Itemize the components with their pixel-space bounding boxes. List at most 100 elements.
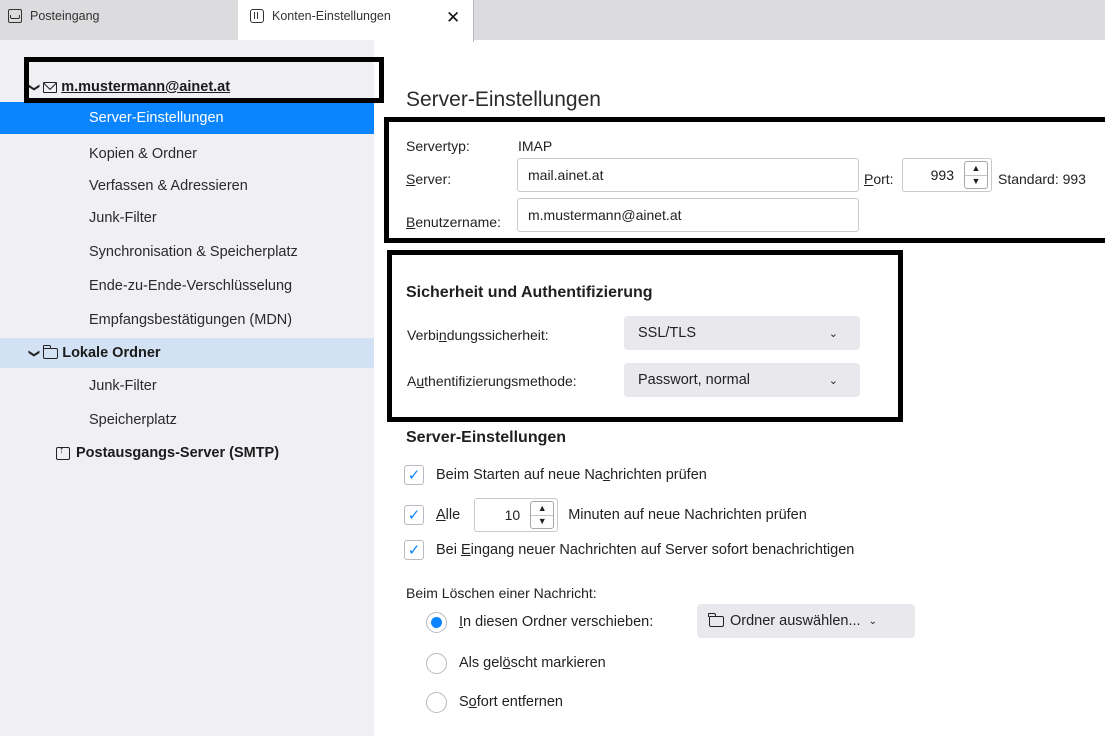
outbox-icon: [56, 445, 70, 460]
select-value: SSL/TLS: [638, 325, 697, 341]
radio-label: Sofort entfernen: [459, 694, 563, 710]
checkbox-checked[interactable]: ✓: [404, 540, 424, 560]
label-part: fort entfernen: [476, 694, 563, 710]
port-standard-text: Standard: 993: [998, 171, 1086, 187]
radio-label: In diesen Ordner verschieben:: [459, 614, 653, 630]
port-value: 993: [930, 167, 954, 183]
minutes-value: 10: [504, 507, 521, 523]
checkbox-label: Alle: [436, 507, 460, 523]
label-rest: enutzername:: [415, 214, 501, 230]
mnemonic: B: [406, 214, 416, 230]
sidebar-item-compose-addressing[interactable]: Verfassen & Adressieren: [0, 170, 374, 202]
tab-account-settings[interactable]: Konten-Einstellungen ✕: [238, 0, 474, 42]
envelope-icon: [43, 81, 58, 93]
mnemonic: o: [468, 694, 477, 710]
spin-down-icon[interactable]: ▼: [965, 176, 987, 189]
minutes-spin-buttons[interactable]: ▲ ▼: [530, 501, 555, 529]
checkbox-checked[interactable]: ✓: [404, 465, 424, 485]
chevron-down-icon: ⌄: [828, 374, 838, 387]
checkbox-label: Bei Eingang neuer Nachrichten auf Server…: [436, 542, 854, 558]
radio-mark-deleted[interactable]: Als gelöscht markieren: [426, 650, 606, 676]
inbox-icon: [8, 9, 22, 23]
check-every-minutes[interactable]: ✓ Alle 10 ▲ ▼ Minuten auf neue Nachricht…: [404, 498, 807, 532]
spin-up-icon[interactable]: ▲: [531, 502, 554, 516]
tab-bar: Posteingang Konten-Einstellungen ✕: [0, 0, 1105, 42]
folder-icon: [708, 612, 724, 627]
delete-behavior-label: Beim Löschen einer Nachricht:: [406, 585, 597, 601]
label-part: Bei: [436, 542, 461, 558]
account-label: Postausgangs-Server (SMTP): [76, 445, 280, 461]
tab-label: Posteingang: [30, 9, 100, 23]
account-label: Lokale Ordner: [62, 345, 161, 361]
checkbox-checked[interactable]: ✓: [404, 505, 424, 525]
tab-inbox[interactable]: Posteingang: [8, 0, 100, 40]
tab-label: Konten-Einstellungen: [272, 9, 391, 23]
check-new-on-startup[interactable]: ✓ Beim Starten auf neue Nachrichten prüf…: [404, 462, 707, 488]
connection-security-select[interactable]: SSL/TLS ⌄: [624, 316, 860, 350]
label-part: Als gel: [459, 655, 503, 671]
mnemonic: u: [416, 373, 425, 389]
radio-remove-immediately[interactable]: Sofort entfernen: [426, 689, 563, 715]
account-tree-sidebar: ❯ m.mustermann@ainet.at Server-Einstellu…: [0, 40, 374, 736]
port-label: Port:: [864, 171, 894, 187]
servertype-value: IMAP: [518, 138, 553, 154]
username-input[interactable]: m.mustermann@ainet.at: [517, 198, 859, 232]
radio-unselected[interactable]: [426, 691, 447, 713]
account-label: m.mustermann@ainet.at: [61, 79, 231, 95]
mnemonic: n: [438, 327, 447, 343]
sidebar-item-sync-storage[interactable]: Synchronisation & Speicherplatz: [0, 236, 374, 268]
label-part: Beim Starten auf neue Na: [436, 467, 603, 483]
choose-folder-button[interactable]: Ordner auswählen... ⌄: [697, 604, 915, 638]
chevron-down-icon[interactable]: ❯: [28, 348, 41, 357]
auth-method-label: Authentifizierungsmethode:: [407, 373, 577, 389]
radio-move-to-folder[interactable]: In diesen Ordner verschieben:: [426, 609, 653, 635]
settings-page-icon: [250, 9, 264, 23]
select-value: Passwort, normal: [638, 372, 751, 388]
radio-label: Als gelöscht markieren: [459, 655, 606, 671]
spin-up-icon[interactable]: ▲: [965, 162, 987, 176]
sidebar-item-copies-folders[interactable]: Kopien & Ordner: [0, 138, 374, 170]
label-part: dungssicherheit:: [446, 327, 549, 343]
close-tab-icon[interactable]: ✕: [446, 8, 460, 28]
chevron-down-icon[interactable]: ❯: [28, 82, 41, 91]
sidebar-item-return-receipts[interactable]: Empfangsbestätigungen (MDN): [0, 304, 374, 336]
sidebar-item-e2e-encryption[interactable]: Ende-zu-Ende-Verschlüsselung: [0, 270, 374, 302]
label-part: thentifizierungsmethode:: [424, 373, 577, 389]
check-notify-on-arrival[interactable]: ✓ Bei Eingang neuer Nachrichten auf Serv…: [404, 537, 854, 563]
label-rest: n diesen Ordner verschieben:: [463, 614, 654, 630]
label-part: scht markieren: [510, 655, 606, 671]
label-rest: ort:: [873, 171, 894, 187]
button-label: Ordner auswählen...: [730, 613, 861, 629]
security-section-title: Sicherheit und Authentifizierung: [406, 284, 653, 301]
chevron-down-icon: ⌄: [828, 327, 838, 340]
mnemonic: A: [436, 507, 446, 523]
checkbox-label-suffix: Minuten auf neue Nachrichten prüfen: [568, 507, 807, 523]
server-input[interactable]: mail.ainet.at: [517, 158, 859, 192]
sidebar-item-server-settings[interactable]: Server-Einstellungen: [0, 102, 374, 134]
sidebar-item-local-junk-filter[interactable]: Junk-Filter: [0, 370, 374, 402]
label-rest: erver:: [415, 171, 452, 187]
servertype-label: Servertyp:: [406, 138, 470, 154]
radio-unselected[interactable]: [426, 652, 447, 674]
account-row-mustermann[interactable]: ❯ m.mustermann@ainet.at: [28, 72, 231, 102]
minutes-stepper[interactable]: 10 ▲ ▼: [474, 498, 559, 532]
label-part: A: [407, 373, 417, 389]
mnemonic: S: [406, 171, 416, 187]
connection-security-label: Verbindungssicherheit:: [407, 327, 549, 343]
port-spin-buttons[interactable]: ▲ ▼: [964, 161, 988, 189]
mnemonic: P: [864, 171, 874, 187]
page-title: Server-Einstellungen: [406, 88, 601, 111]
account-row-local-folders[interactable]: ❯ Lokale Ordner: [0, 338, 374, 368]
sidebar-item-junk-filter[interactable]: Junk-Filter: [0, 202, 374, 234]
label-part: ingang neuer Nachrichten auf Server sofo…: [470, 542, 855, 558]
port-stepper[interactable]: 993 ▲ ▼: [902, 158, 992, 192]
settings-pane: Server-Einstellungen Servertyp: IMAP Ser…: [374, 40, 1105, 736]
mnemonic: ö: [502, 655, 511, 671]
account-row-smtp[interactable]: Postausgangs-Server (SMTP): [56, 438, 279, 468]
server-label: Server:: [406, 171, 451, 187]
sidebar-item-local-storage[interactable]: Speicherplatz: [0, 404, 374, 436]
label-part: Verbi: [407, 327, 439, 343]
spin-down-icon[interactable]: ▼: [531, 516, 553, 529]
auth-method-select[interactable]: Passwort, normal ⌄: [624, 363, 860, 397]
radio-selected[interactable]: [426, 611, 447, 633]
